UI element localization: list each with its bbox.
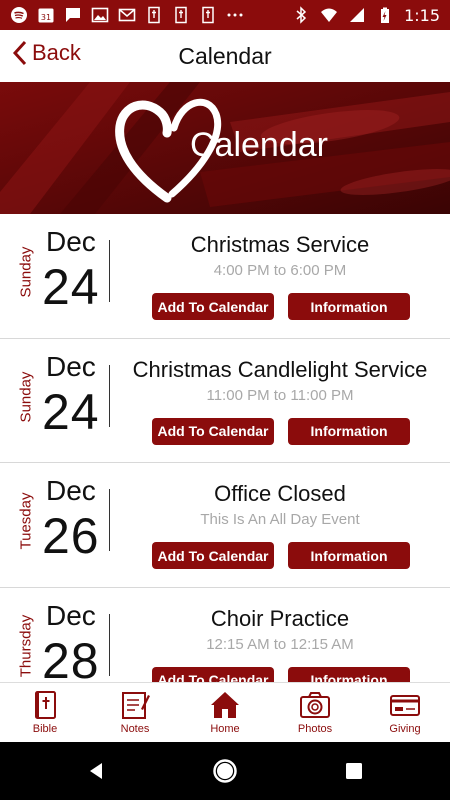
event-weekday: Tuesday <box>17 492 35 550</box>
event-time: 12:15 AM to 12:15 AM <box>206 635 354 653</box>
information-button[interactable]: Information <box>288 666 410 682</box>
home-circle-icon[interactable] <box>212 758 238 784</box>
bible-icon <box>145 6 163 24</box>
nav-item-home[interactable]: Home <box>180 683 270 742</box>
chevron-left-icon <box>12 40 27 66</box>
event-item: Sunday Dec 24 Christmas Service 4:00 PM … <box>0 214 450 339</box>
message-icon <box>64 6 82 24</box>
event-day: 24 <box>42 383 100 440</box>
bluetooth-icon <box>292 6 310 24</box>
event-title: Christmas Service <box>190 232 370 257</box>
event-month: Dec <box>46 350 96 382</box>
nav-label: Bible <box>32 723 58 735</box>
date-divider <box>109 489 110 551</box>
event-time: This Is An All Day Event <box>200 511 360 528</box>
home-icon <box>211 692 239 718</box>
date-divider <box>109 240 110 302</box>
banner-title: Calendar <box>190 126 328 164</box>
wifi-icon <box>320 6 338 24</box>
bible-icon <box>35 691 56 719</box>
bottom-nav: Bible Notes Home Photos Giving <box>0 682 450 742</box>
more-icon <box>226 6 244 24</box>
signal-icon <box>348 6 366 24</box>
event-time: 4:00 PM to 6:00 PM <box>213 262 347 279</box>
nav-label: Home <box>210 723 240 735</box>
event-month: Dec <box>46 226 96 257</box>
event-month: Dec <box>46 475 96 506</box>
back-button[interactable]: Back <box>12 40 81 66</box>
calendar-banner: Calendar <box>0 82 450 214</box>
camera-icon <box>300 692 330 718</box>
add-to-calendar-button[interactable]: Add To Calendar <box>152 542 274 569</box>
add-to-calendar-button[interactable]: Add To Calendar <box>152 417 274 445</box>
event-item: Tuesday Dec 26 Office Closed This Is An … <box>0 463 450 588</box>
status-bar: 31 1:15 <box>0 0 450 30</box>
nav-label: Notes <box>120 723 150 735</box>
event-day: 24 <box>42 259 100 315</box>
event-time: 11:00 PM to 11:00 PM <box>206 386 354 404</box>
event-item: Sunday Dec 24 Christmas Candlelight Serv… <box>0 339 450 463</box>
event-title: Choir Practice <box>210 605 350 631</box>
nav-item-photos[interactable]: Photos <box>270 683 360 742</box>
event-item: Thursday Dec 28 Choir Practice 12:15 AM … <box>0 588 450 683</box>
event-weekday: Thursday <box>17 614 35 677</box>
nav-item-giving[interactable]: Giving <box>360 683 450 742</box>
bible-icon <box>172 6 190 24</box>
notes-icon <box>122 692 150 719</box>
system-navigation-bar <box>0 742 450 800</box>
gmail-icon <box>118 6 136 24</box>
svg-text:31: 31 <box>41 13 51 22</box>
back-label: Back <box>32 40 81 65</box>
event-day: 26 <box>42 508 100 564</box>
nav-label: Giving <box>389 723 421 735</box>
clock: 1:15 <box>404 5 440 25</box>
nav-item-notes[interactable]: Notes <box>90 683 180 742</box>
add-to-calendar-button[interactable]: Add To Calendar <box>152 666 274 682</box>
app-header: Back Calendar <box>0 30 450 82</box>
event-list[interactable]: Sunday Dec 24 Christmas Service 4:00 PM … <box>0 214 450 682</box>
event-weekday: Sunday <box>17 246 35 298</box>
event-title: Office Closed <box>214 481 346 506</box>
information-button[interactable]: Information <box>288 542 410 569</box>
bible-icon <box>199 6 217 24</box>
event-weekday: Sunday <box>17 371 35 422</box>
add-to-calendar-button[interactable]: Add To Calendar <box>152 293 274 320</box>
recents-square-icon[interactable] <box>342 759 366 783</box>
nav-label: Photos <box>297 723 333 735</box>
event-day: 28 <box>42 632 100 683</box>
event-month: Dec <box>46 599 96 631</box>
event-title: Christmas Candlelight Service <box>132 356 428 382</box>
calendar-icon: 31 <box>37 6 55 24</box>
back-triangle-icon[interactable] <box>84 759 108 783</box>
credit-card-icon <box>390 695 420 716</box>
image-icon <box>91 6 109 24</box>
nav-item-bible[interactable]: Bible <box>0 683 90 742</box>
information-button[interactable]: Information <box>288 293 410 320</box>
battery-icon <box>376 6 394 24</box>
information-button[interactable]: Information <box>288 417 410 445</box>
spotify-icon <box>10 6 28 24</box>
date-divider <box>109 613 110 676</box>
date-divider <box>109 364 110 427</box>
